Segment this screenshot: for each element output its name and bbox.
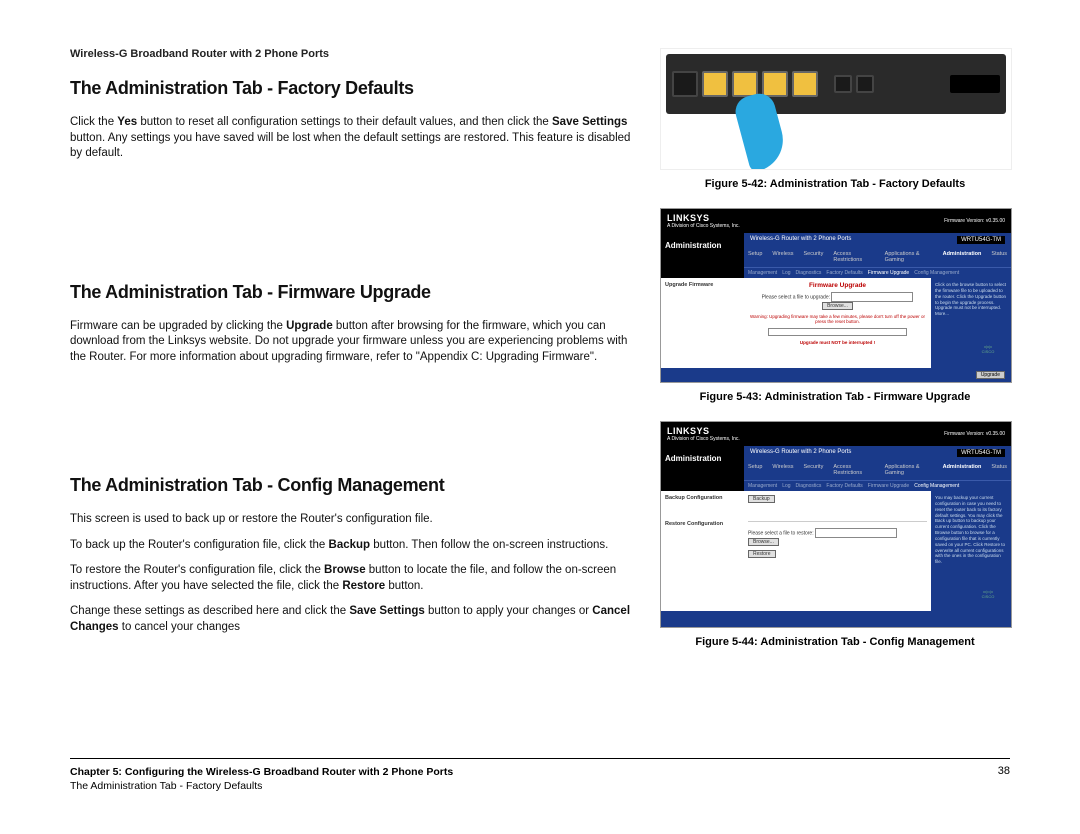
backup-button: Backup (748, 495, 775, 503)
footer-subtitle: The Administration Tab - Factory Default… (70, 779, 453, 794)
figure-caption: Figure 5-43: Administration Tab - Firmwa… (660, 391, 1010, 403)
cisco-logo-icon: ııı|ıı|ııCISCO (973, 589, 1003, 605)
figure-caption: Figure 5-42: Administration Tab - Factor… (660, 178, 1010, 190)
cisco-logo-icon: ıı|ıı|ııCISCO (973, 344, 1003, 360)
paragraph: To restore the Router's configuration fi… (70, 563, 640, 594)
paragraph: Firmware can be upgraded by clicking the… (70, 319, 640, 366)
page-footer: Chapter 5: Configuring the Wireless-G Br… (70, 758, 1010, 794)
paragraph: Change these settings as described here … (70, 604, 640, 635)
figure-caption: Figure 5-44: Administration Tab - Config… (660, 636, 1010, 648)
figure-firmware-upgrade-screenshot: LINKSYS A Division of Cisco Systems, Inc… (660, 208, 1012, 383)
file-input (831, 292, 913, 302)
paragraph: Click the Yes button to reset all config… (70, 115, 640, 162)
restore-button: Restore (748, 550, 776, 558)
linksys-logo: LINKSYS (667, 426, 740, 436)
section-title-factory-defaults: The Administration Tab - Factory Default… (70, 78, 640, 99)
browse-button: Browse... (748, 538, 779, 546)
footer-chapter: Chapter 5: Configuring the Wireless-G Br… (70, 765, 453, 780)
paragraph: To back up the Router's configuration fi… (70, 538, 640, 554)
paragraph: This screen is used to back up or restor… (70, 512, 640, 528)
figure-config-management-screenshot: LINKSYS A Division of Cisco Systems, Inc… (660, 421, 1012, 628)
file-input (815, 528, 897, 538)
doc-header: Wireless-G Broadband Router with 2 Phone… (70, 48, 640, 60)
figure-router-photo (660, 48, 1012, 170)
linksys-logo: LINKSYS (667, 213, 740, 223)
page-number: 38 (998, 765, 1010, 794)
upgrade-button: Upgrade (976, 371, 1005, 379)
section-title-config-management: The Administration Tab - Config Manageme… (70, 475, 640, 496)
browse-button: Browse... (822, 302, 853, 310)
section-title-firmware-upgrade: The Administration Tab - Firmware Upgrad… (70, 282, 640, 303)
